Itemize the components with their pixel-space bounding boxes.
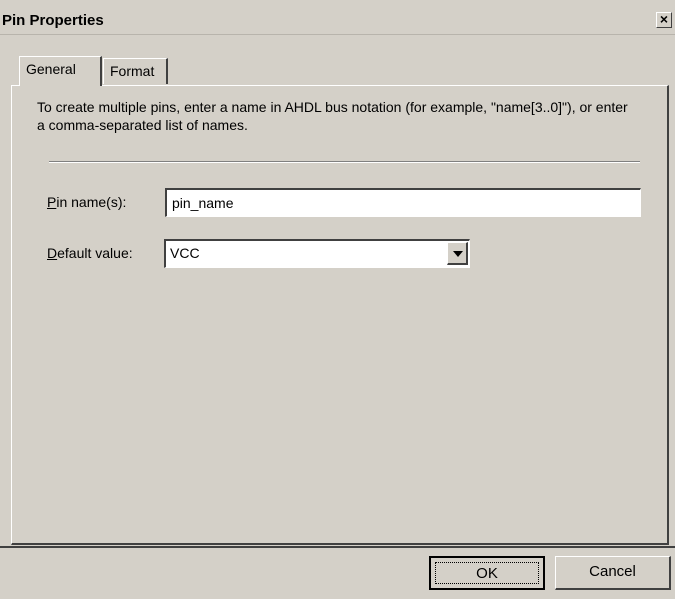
close-icon[interactable]: × xyxy=(656,12,672,28)
tab-format[interactable]: Format xyxy=(103,58,168,84)
default-value-selected: VCC xyxy=(170,245,200,261)
pin-name-input[interactable] xyxy=(165,188,641,217)
tab-general-label: General xyxy=(26,61,76,77)
footer-divider xyxy=(0,546,675,548)
divider xyxy=(49,161,640,163)
tab-general[interactable]: General xyxy=(19,56,102,86)
chevron-down-icon[interactable] xyxy=(447,242,468,265)
pin-properties-dialog: Pin Properties × General Format To creat… xyxy=(0,0,675,599)
cancel-button[interactable]: Cancel xyxy=(555,556,671,590)
tab-format-label: Format xyxy=(110,63,155,79)
instructions-text: To create multiple pins, enter a name in… xyxy=(37,99,628,133)
title-bar[interactable]: Pin Properties × xyxy=(0,8,675,35)
default-value-select[interactable]: VCC xyxy=(164,239,470,268)
default-value-mnemonic: D xyxy=(47,245,58,261)
ok-button[interactable]: OK xyxy=(429,556,545,590)
ok-button-label: OK xyxy=(435,562,539,584)
dialog-title: Pin Properties xyxy=(2,12,104,29)
default-value-label-text: efault value: xyxy=(57,245,133,261)
pin-name-label: Pin name(s): xyxy=(47,194,126,210)
default-value-label: Default value: xyxy=(47,245,133,261)
tab-panel-general xyxy=(11,85,669,545)
pin-name-label-text: in name(s): xyxy=(56,194,127,210)
pin-name-mnemonic: P xyxy=(47,194,57,210)
